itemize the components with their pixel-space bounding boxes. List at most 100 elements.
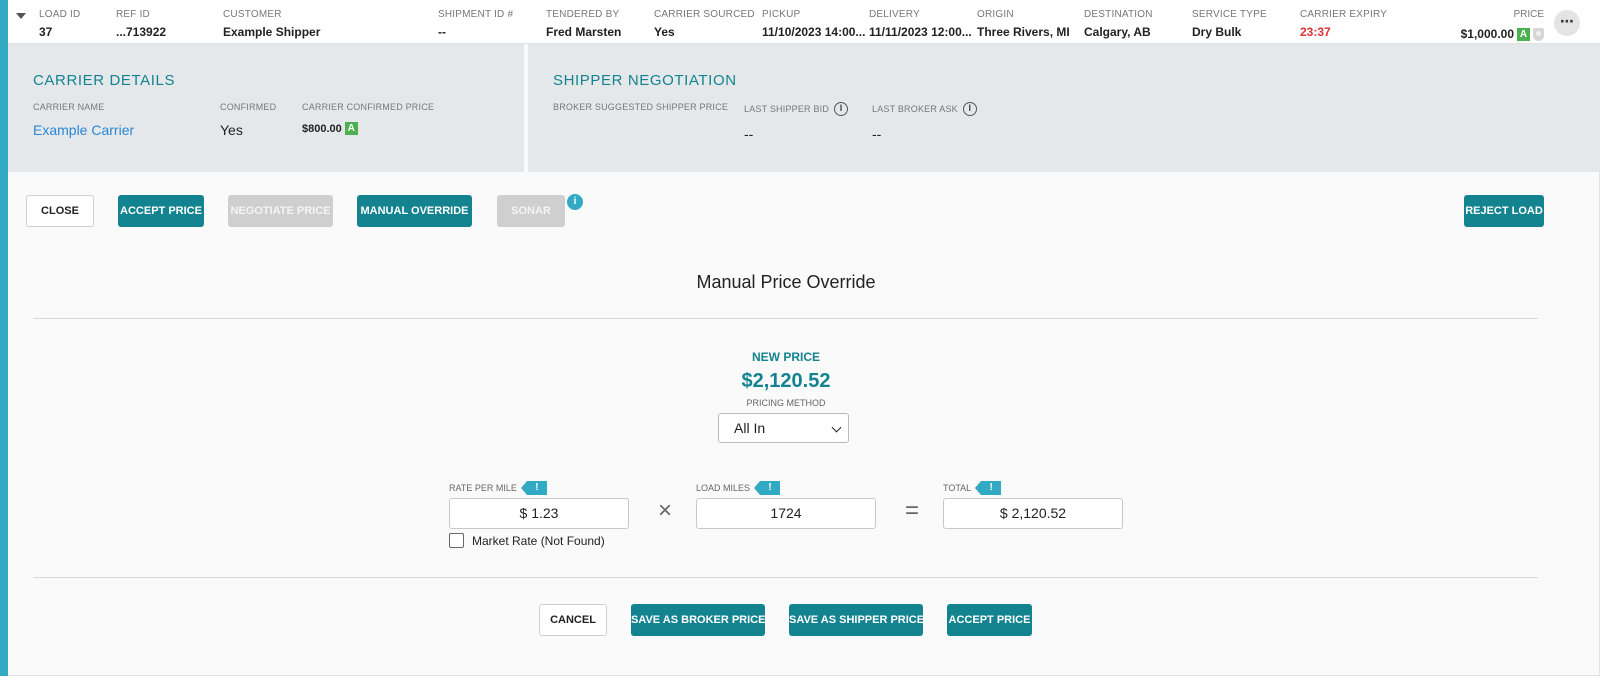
save-as-broker-price-button[interactable]: SAVE AS BROKER PRICE [631,604,765,636]
summary-col-price: PRICE $1,000.00 A [1461,9,1544,41]
carrier-name-field: CARRIER NAME Example Carrier [33,102,134,138]
summary-value: Yes [654,25,675,39]
negotiate-price-button[interactable]: NEGOTIATE PRICE [228,195,333,227]
alert-flag-icon[interactable]: ! [975,481,1002,495]
summary-label: CARRIER SOURCED [654,9,755,20]
load-card: LOAD ID 37 REF ID ...713922 CUSTOMER Exa… [8,0,1600,676]
summary-label: CUSTOMER [223,9,282,20]
accept-price-button[interactable]: ACCEPT PRICE [118,195,204,227]
summary-col-ref-id: REF ID ...713922 [116,9,216,39]
carrier-details-title: CARRIER DETAILS [33,72,176,89]
summary-col-carrier-expiry: CARRIER EXPIRY 23:37 [1300,9,1400,39]
new-price-value: $2,120.52 [741,370,831,392]
last-shipper-bid-label: LAST SHIPPER BID [744,104,830,114]
price-value: $1,000.00 [1460,27,1514,41]
manual-override-button[interactable]: MANUAL OVERRIDE [357,195,472,227]
save-as-shipper-price-button[interactable]: SAVE AS SHIPPER PRICE [789,604,924,636]
summary-label: PICKUP [762,9,801,20]
info-icon[interactable]: i [834,102,849,116]
rate-per-mile-label: RATE PER MILE ! [449,481,547,495]
row-accent-bar [0,0,8,676]
summary-label: DELIVERY [869,9,920,20]
info-icon[interactable]: i [962,102,977,116]
multiply-icon: × [657,497,672,524]
summary-col-service-type: SERVICE TYPE Dry Bulk [1192,9,1292,39]
alert-flag-icon[interactable]: ! [754,481,781,495]
summary-label: SHIPMENT ID # [438,9,514,20]
price-source-badge: A [344,122,358,135]
summary-value: 11/11/2023 12:00... [869,25,972,39]
summary-label: CARRIER EXPIRY [1300,9,1388,20]
carrier-name-link[interactable]: Example Carrier [33,122,134,138]
summary-col-load-id: LOAD ID 37 [39,9,109,39]
summary-col-customer: CUSTOMER Example Shipper [223,9,423,39]
collapse-caret-icon[interactable] [16,13,26,19]
summary-label: ORIGIN [977,9,1014,20]
override-title: Manual Price Override [696,272,876,292]
market-rate-checkbox[interactable] [449,533,464,548]
pricing-method-value: All In [734,420,766,436]
summary-label: PRICE [1513,9,1544,20]
last-shipper-bid-value: -- [744,126,754,142]
summary-col-shipment-id: SHIPMENT ID # -- [438,9,538,39]
last-broker-ask-label: LAST BROKER ASK [872,104,958,114]
more-options-button[interactable]: ⋯ [1554,10,1580,36]
field-label: LAST BROKER ASK i [872,102,977,116]
confirmed-field: CONFIRMED Yes [220,102,276,138]
summary-col-carrier-sourced: CARRIER SOURCED Yes [654,9,755,39]
last-shipper-bid-field: LAST SHIPPER BID i -- [744,102,849,142]
shipper-negotiation-panel: SHIPPER NEGOTIATION BROKER SUGGESTED SHI… [528,44,1600,172]
summary-value: 11/10/2023 14:00... [762,25,866,39]
summary-label: REF ID [116,9,150,20]
sonar-info-icon[interactable]: i [567,194,583,210]
last-broker-ask-value: -- [872,126,882,142]
summary-col-origin: ORIGIN Three Rivers, MI [977,9,1081,39]
field-label: LOAD MILES [696,483,751,493]
field-label: CARRIER NAME [33,102,105,112]
new-price-label: NEW PRICE [751,350,820,364]
close-button[interactable]: CLOSE [26,195,94,227]
summary-label: DESTINATION [1084,9,1153,20]
summary-value: Calgary, AB [1084,25,1151,39]
carrier-confirmed-price-field: CARRIER CONFIRMED PRICE $800.00 A [302,102,434,135]
app-frame: LOAD ID 37 REF ID ...713922 CUSTOMER Exa… [0,0,1600,682]
field-label: CARRIER CONFIRMED PRICE [302,102,435,112]
load-miles-label: LOAD MILES ! [696,481,781,495]
last-broker-ask-field: LAST BROKER ASK i -- [872,102,977,142]
field-label: BROKER SUGGESTED SHIPPER PRICE [553,102,729,112]
footer-accept-price-button[interactable]: ACCEPT PRICE [947,604,1032,636]
summary-value: -- [438,25,446,39]
carrier-expiry-countdown: 23:37 [1300,25,1331,39]
summary-value: Example Shipper [223,25,321,39]
equals-icon: = [904,497,919,524]
confirmed-value: Yes [220,122,243,138]
summary-value: Fred Marsten [546,25,622,39]
alert-flag-icon[interactable]: ! [520,481,547,495]
broker-suggested-price-field: BROKER SUGGESTED SHIPPER PRICE [553,102,728,122]
sonar-button[interactable]: SONAR [497,195,565,227]
summary-col-tendered-by: TENDERED BY Fred Marsten [546,9,646,39]
summary-value: Three Rivers, MI [977,25,1070,39]
load-miles-input[interactable]: 1724 [696,498,876,529]
summary-price: $1,000.00 A [1461,27,1544,41]
rate-per-mile-input[interactable]: $ 1.23 [449,498,629,529]
chevron-down-icon [831,422,842,433]
summary-value: ...713922 [116,25,167,39]
pricing-method-label: PRICING METHOD [746,398,826,408]
summary-label: SERVICE TYPE [1192,9,1267,20]
summary-label: TENDERED BY [546,9,620,20]
pricing-method-select[interactable]: All In [718,413,849,443]
market-rate-row: Market Rate (Not Found) [449,533,605,548]
cancel-button[interactable]: CANCEL [539,604,607,636]
field-label: TOTAL [943,483,972,493]
total-label: TOTAL ! [943,481,1002,495]
field-label: LAST SHIPPER BID i [744,102,849,116]
reject-load-button[interactable]: REJECT LOAD [1464,195,1544,227]
price-source-badge: A [1517,27,1530,41]
load-summary-row[interactable]: LOAD ID 37 REF ID ...713922 CUSTOMER Exa… [8,0,1600,44]
carrier-confirmed-price: $800.00 A [302,122,434,135]
summary-value: Dry Bulk [1192,25,1242,39]
total-input[interactable]: $ 2,120.52 [943,498,1123,529]
divider [33,318,1538,319]
confirmed-price-value: $800.00 [302,122,342,135]
